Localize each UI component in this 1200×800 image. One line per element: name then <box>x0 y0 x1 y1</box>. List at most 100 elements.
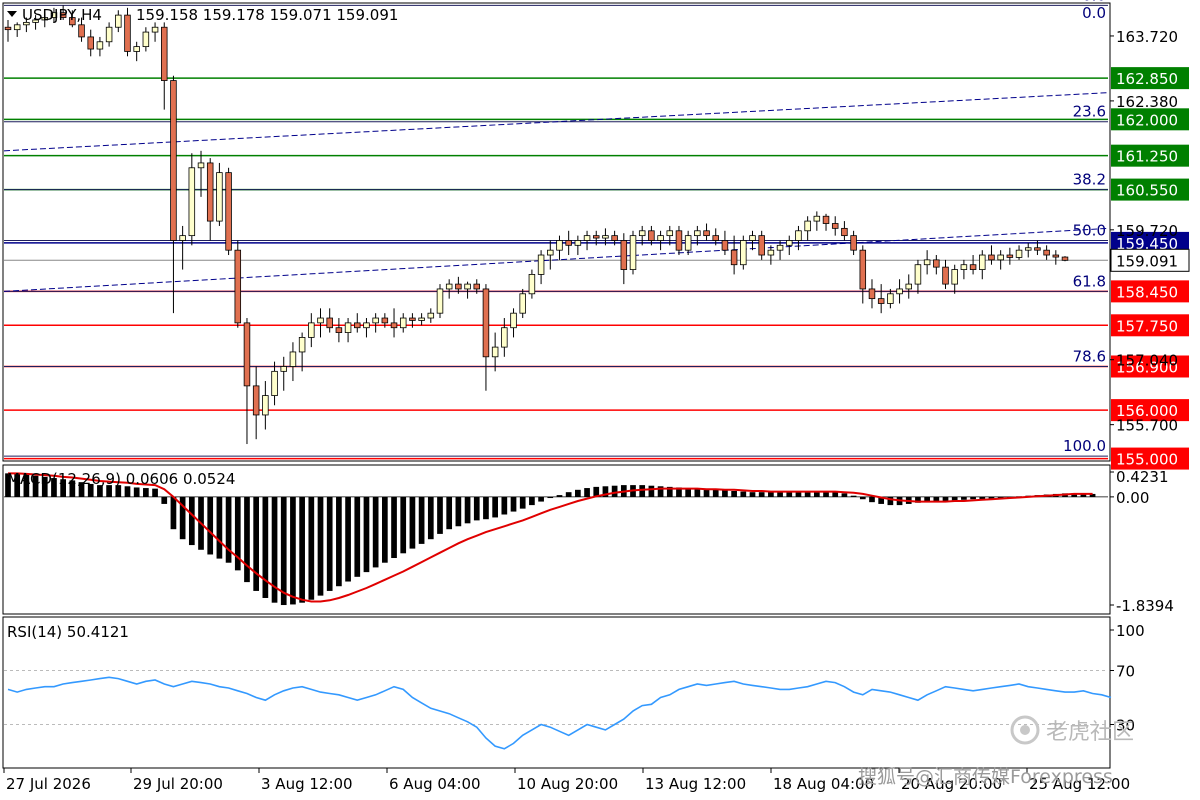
macd-tick-label: 0.00 <box>1116 489 1149 507</box>
macd-histogram-bar <box>161 496 168 504</box>
candle-body <box>703 230 710 237</box>
macd-histogram-bar <box>400 496 407 554</box>
candle-body <box>363 322 370 329</box>
level-tag-label: 155.000 <box>1116 451 1178 469</box>
macd-histogram-bar <box>648 485 655 497</box>
time-tick-label: 3 Aug 12:00 <box>261 775 353 793</box>
time-tick-label: 27 Jul 2026 <box>6 775 91 793</box>
candle-body <box>13 24 21 31</box>
macd-histogram-bar <box>951 496 958 501</box>
candle-body <box>262 395 269 416</box>
macd-histogram-bar <box>216 496 223 559</box>
macd-histogram-bar <box>133 487 140 497</box>
level-tag-label: 157.750 <box>1116 317 1178 335</box>
candle-body <box>841 227 848 237</box>
candle-body <box>1052 254 1060 258</box>
candle-body <box>271 370 278 396</box>
candle-body <box>914 264 922 285</box>
candle-body <box>923 259 931 266</box>
candle-body <box>1034 247 1041 251</box>
fib-label: 38.2 <box>1073 171 1106 189</box>
candle-body <box>519 293 526 314</box>
macd-histogram-bar <box>703 489 710 497</box>
candle-body <box>308 322 315 338</box>
macd-histogram-bar <box>712 489 719 497</box>
macd-histogram-bar <box>611 485 618 497</box>
candle-body <box>1024 247 1032 251</box>
macd-histogram-bar <box>372 496 379 568</box>
candle-body <box>105 26 113 43</box>
macd-histogram-bar <box>391 496 397 559</box>
price-tick-label: 163.720 <box>1116 28 1178 46</box>
candle-body <box>730 249 738 266</box>
candle-body <box>298 337 306 353</box>
macd-histogram-bar <box>464 496 471 524</box>
level-tag-label: 162.850 <box>1116 70 1178 88</box>
macd-histogram-bar <box>584 488 590 497</box>
candle-body <box>161 26 168 81</box>
watermark-top: 老虎社区 <box>1046 720 1134 745</box>
candle-body <box>418 317 425 321</box>
candle-body <box>225 172 232 251</box>
level-tag-label: 162.000 <box>1116 111 1178 129</box>
trading-chart[interactable]: 0.023.638.250.061.878.6100.0 0.42310.00-… <box>0 0 1200 800</box>
macd-histogram-bar <box>483 496 489 520</box>
candle-body <box>887 293 894 304</box>
candle-body <box>464 283 471 290</box>
candle-body <box>445 283 453 290</box>
macd-histogram-bar <box>253 496 260 591</box>
candle-body <box>427 312 435 319</box>
macd-histogram-bar <box>529 496 535 506</box>
candle-body <box>1015 249 1023 258</box>
candle-body <box>804 220 811 232</box>
candle-body <box>583 235 591 241</box>
macd-label: MACD(12,26,9) 0.0606 0.0524 <box>7 470 235 488</box>
fib-label: 78.6 <box>1073 347 1106 365</box>
candle-body <box>776 244 784 251</box>
candle-body <box>482 288 490 358</box>
candle-body <box>170 80 177 241</box>
macd-histogram-bar <box>768 492 774 497</box>
candle-body <box>850 235 857 251</box>
candle-body <box>942 266 949 285</box>
candle-body <box>491 346 499 358</box>
candle-body <box>372 317 379 324</box>
price-pane[interactable] <box>2 2 1111 462</box>
macd-histogram-bar <box>933 496 940 501</box>
time-tick-label: 13 Aug 12:00 <box>645 775 746 793</box>
macd-histogram-bar <box>418 496 425 544</box>
candle-body <box>1043 249 1050 256</box>
candle-body <box>740 240 747 266</box>
candle-body <box>565 240 572 246</box>
price-tick-label: 159.720 <box>1116 222 1178 240</box>
candle-body <box>859 249 867 290</box>
candle-body <box>666 230 674 237</box>
candle-body <box>969 264 977 270</box>
candle-body <box>381 317 389 324</box>
current-price-label: 159.091 <box>1116 252 1178 270</box>
candle-body <box>831 223 839 229</box>
rsi-tick-label: 100 <box>1116 622 1145 640</box>
macd-histogram-bar <box>547 496 554 499</box>
macd-histogram-bar <box>363 496 370 573</box>
candle-body <box>767 249 775 256</box>
candle-body <box>142 31 150 48</box>
candle-body <box>317 317 324 324</box>
candle-body <box>179 235 186 241</box>
macd-histogram-bar <box>446 496 453 530</box>
candle-body <box>896 288 903 295</box>
macd-histogram-bar <box>143 488 149 497</box>
candle-body <box>547 249 554 256</box>
macd-histogram-bar <box>492 496 498 518</box>
rsi-pane[interactable] <box>2 616 1111 769</box>
macd-histogram-bar <box>841 493 848 497</box>
candle-body <box>960 264 968 270</box>
candle-body <box>335 327 343 333</box>
candle-body <box>988 254 995 261</box>
candle-body <box>124 14 131 52</box>
symbol-title: USDJPY,H4 <box>22 6 102 24</box>
candle-body <box>749 235 756 241</box>
macd-histogram-bar <box>961 496 967 500</box>
candle-body <box>951 269 958 285</box>
candle-body <box>188 167 196 237</box>
